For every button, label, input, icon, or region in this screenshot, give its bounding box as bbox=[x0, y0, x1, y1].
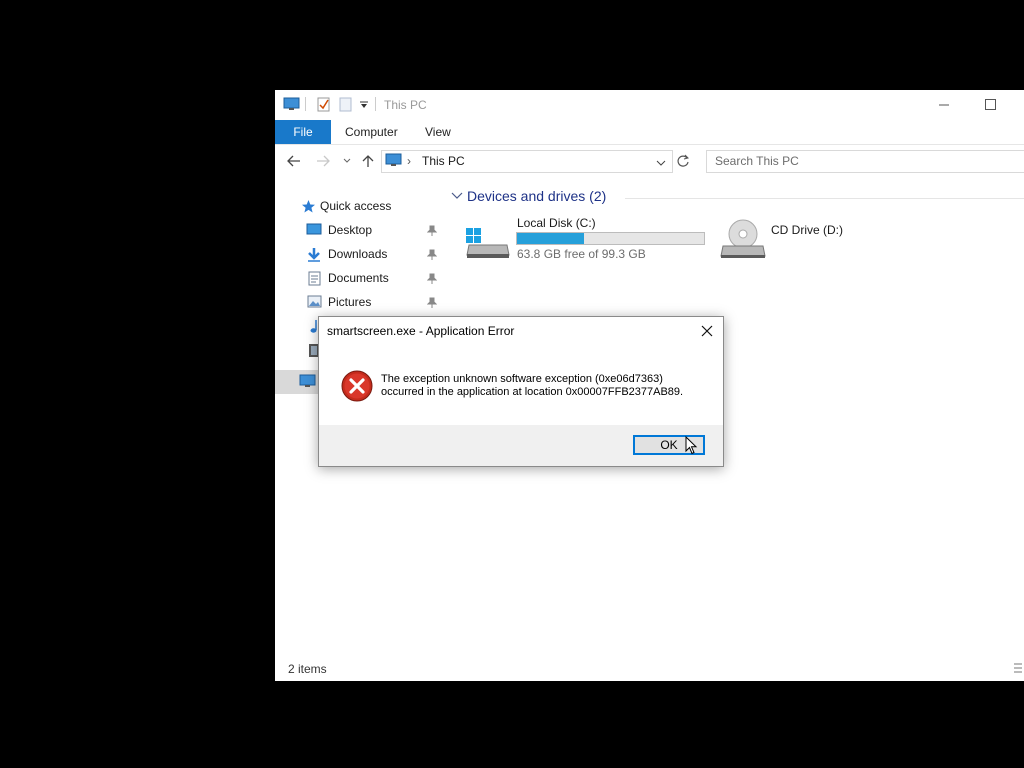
close-button[interactable] bbox=[691, 317, 723, 345]
maximize-button[interactable] bbox=[967, 90, 1013, 120]
properties-icon[interactable] bbox=[317, 97, 331, 115]
dialog-footer: OK bbox=[319, 425, 723, 466]
ribbon-tabs: File Computer View bbox=[275, 120, 1024, 145]
nav-item-label: Documents bbox=[328, 271, 389, 285]
this-pc-icon[interactable] bbox=[283, 97, 300, 114]
nav-item-label: Quick access bbox=[320, 199, 392, 213]
nav-item-quick-access[interactable]: Quick access bbox=[275, 195, 445, 219]
pictures-icon bbox=[307, 295, 322, 311]
recent-locations-button[interactable] bbox=[337, 151, 357, 171]
separator bbox=[375, 97, 376, 111]
tab-view[interactable]: View bbox=[425, 120, 451, 144]
search-input[interactable]: Search This PC bbox=[706, 150, 1024, 173]
application-error-dialog: smartscreen.exe - Application Error The … bbox=[318, 316, 724, 467]
divider bbox=[625, 198, 1024, 199]
pin-icon[interactable] bbox=[426, 297, 438, 311]
dialog-message: The exception unknown software exception… bbox=[381, 373, 711, 399]
nav-item-downloads[interactable]: Downloads bbox=[275, 243, 445, 267]
new-folder-icon[interactable] bbox=[339, 97, 353, 115]
window-title: This PC bbox=[384, 98, 427, 112]
back-button[interactable] bbox=[284, 151, 304, 171]
nav-item-label: Pictures bbox=[328, 295, 372, 309]
details-view-icon[interactable] bbox=[1013, 662, 1023, 679]
separator bbox=[305, 97, 306, 111]
mouse-cursor-icon bbox=[685, 435, 699, 459]
nav-item-documents[interactable]: Documents bbox=[275, 267, 445, 291]
documents-icon bbox=[308, 271, 321, 289]
dialog-message-line: The exception unknown software exception… bbox=[381, 373, 663, 385]
nav-item-desktop[interactable]: Desktop bbox=[275, 219, 445, 243]
dialog-message-line: occurred in the application at location … bbox=[381, 386, 684, 398]
breadcrumb[interactable]: This PC bbox=[422, 154, 465, 168]
customize-toolbar-chevron-icon[interactable] bbox=[359, 99, 369, 113]
this-pc-icon bbox=[385, 153, 402, 170]
address-bar[interactable]: › This PC bbox=[381, 150, 673, 173]
nav-item-pictures[interactable]: Pictures bbox=[275, 291, 445, 315]
drive-usage-fill bbox=[517, 233, 585, 244]
forward-button[interactable] bbox=[313, 151, 333, 171]
group-title: Devices and drives (2) bbox=[467, 188, 607, 204]
tab-computer[interactable]: Computer bbox=[345, 120, 398, 144]
status-item-count: 2 items bbox=[288, 662, 327, 676]
drive-name: CD Drive (D:) bbox=[771, 223, 843, 237]
up-button[interactable] bbox=[358, 151, 378, 171]
drive-free-space: 63.8 GB free of 99.3 GB bbox=[517, 247, 646, 261]
drive-cd-d[interactable]: CD Drive (D:) bbox=[719, 218, 899, 262]
chevron-down-icon[interactable] bbox=[451, 190, 463, 204]
address-row: › This PC Search This PC bbox=[275, 145, 1024, 177]
pin-icon[interactable] bbox=[426, 225, 438, 239]
star-icon bbox=[301, 199, 316, 217]
nav-item-label: Downloads bbox=[328, 247, 388, 261]
download-icon bbox=[307, 247, 321, 265]
nav-item-label: Desktop bbox=[328, 223, 373, 237]
pin-icon[interactable] bbox=[426, 249, 438, 263]
minimize-button[interactable] bbox=[921, 90, 967, 120]
title-bar: This PC bbox=[275, 90, 1024, 120]
search-placeholder: Search This PC bbox=[715, 154, 799, 168]
windows-drive-icon bbox=[463, 225, 511, 262]
this-pc-icon bbox=[299, 374, 316, 391]
tab-file[interactable]: File bbox=[275, 120, 331, 144]
refresh-button[interactable] bbox=[673, 151, 693, 171]
drive-name: Local Disk (C:) bbox=[517, 216, 596, 230]
cd-drive-icon bbox=[719, 218, 767, 263]
error-icon bbox=[341, 370, 373, 405]
dialog-title: smartscreen.exe - Application Error bbox=[327, 324, 515, 338]
breadcrumb-chevron-icon: › bbox=[407, 154, 411, 168]
dialog-body: The exception unknown software exception… bbox=[319, 345, 723, 425]
address-dropdown-icon[interactable] bbox=[656, 156, 666, 170]
desktop-icon bbox=[306, 223, 322, 240]
pin-icon[interactable] bbox=[426, 273, 438, 287]
drive-usage-bar bbox=[516, 232, 705, 245]
